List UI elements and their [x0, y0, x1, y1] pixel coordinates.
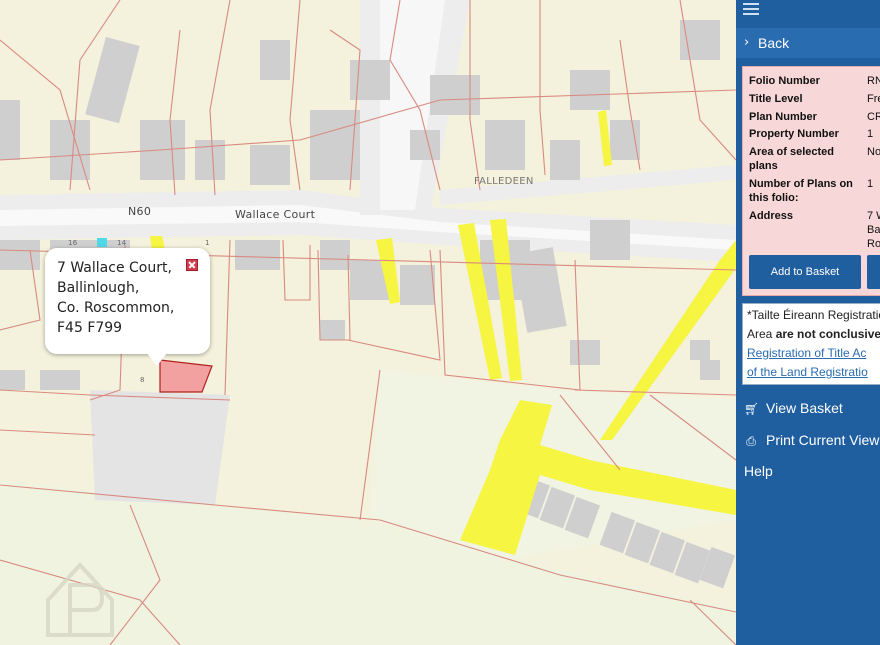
- note-bold-text: are not conclusive.: [775, 327, 880, 341]
- back-button[interactable]: › Back: [736, 28, 880, 58]
- title-level-label: Title Level: [749, 93, 803, 105]
- secondary-action-button[interactable]: [867, 255, 880, 289]
- address-value: Ro: [867, 238, 880, 250]
- folio-number-value: RN: [867, 75, 880, 87]
- sidebar: › Back Folio Number RN Title Level Fre P…: [736, 0, 880, 645]
- address-label: Address: [749, 210, 794, 222]
- help-link[interactable]: Help: [744, 463, 773, 479]
- note-line: Area are not conclusive.: [747, 325, 880, 344]
- house-number: 8: [140, 376, 145, 384]
- note-text: Area: [747, 327, 776, 341]
- back-label: Back: [758, 35, 790, 51]
- popup-address-line: Co. Roscommon,: [57, 300, 175, 316]
- folio-number-label: Folio Number: [749, 75, 820, 87]
- property-number-value: 1: [867, 128, 874, 140]
- hamburger-icon[interactable]: [743, 3, 759, 17]
- road-label-falledeen: FALLEDEEN: [474, 176, 534, 187]
- land-registration-link[interactable]: of the Land Registratio: [747, 365, 868, 379]
- address-popup: 7 Wallace Court, Ballinlough, Co. Roscom…: [45, 248, 210, 366]
- plans-on-folio-value: 1: [867, 178, 874, 190]
- add-to-basket-button[interactable]: Add to Basket: [749, 255, 861, 289]
- print-view-label: Print Current View: [766, 432, 880, 448]
- help-label: Help: [744, 463, 773, 479]
- area-selected-value: No: [867, 146, 880, 158]
- house-number: 1: [205, 239, 210, 247]
- popup-pointer: [147, 353, 167, 366]
- area-selected-label: Area of selected: [749, 146, 834, 158]
- chevron-right-icon: ›: [744, 35, 750, 50]
- cart-icon: 🛒︎: [744, 402, 760, 416]
- view-basket-link[interactable]: 🛒︎ View Basket: [744, 400, 843, 416]
- popup-eircode: F45 F799: [57, 320, 123, 336]
- registration-title-link[interactable]: Registration of Title Ac: [747, 346, 866, 360]
- house-number: 14: [117, 239, 127, 247]
- plans-on-folio-label: this folio:: [749, 192, 799, 204]
- road-label-n60: N60: [128, 205, 152, 218]
- popup-address-line: 7 Wallace Court,: [57, 260, 172, 276]
- plan-number-value: CR: [867, 111, 880, 123]
- popup-address-line: Ballinlough,: [57, 280, 140, 296]
- area-selected-label: plans: [749, 160, 778, 172]
- plans-on-folio-label: Number of Plans on: [749, 178, 853, 190]
- view-basket-label: View Basket: [766, 400, 843, 416]
- address-value: Ba: [867, 224, 880, 236]
- house-number: 16: [68, 239, 78, 247]
- map-canvas[interactable]: N60 Wallace Court FALLEDEEN 16 14 1 8 7 …: [0, 0, 736, 645]
- folio-info-panel: Folio Number RN Title Level Fre Plan Num…: [742, 66, 880, 296]
- close-icon[interactable]: [186, 259, 198, 271]
- disclaimer-note: *Tailte Éireann Registratio Area are not…: [742, 303, 880, 385]
- title-level-value: Fre: [867, 93, 880, 105]
- plan-number-label: Plan Number: [749, 111, 817, 123]
- road-label-wallace-court: Wallace Court: [235, 208, 316, 221]
- note-line: *Tailte Éireann Registratio: [747, 308, 880, 322]
- print-current-view-link[interactable]: ⎙ Print Current View: [744, 432, 879, 449]
- address-value: 7 W: [867, 210, 880, 222]
- print-icon: ⎙: [746, 434, 756, 448]
- property-number-label: Property Number: [749, 128, 839, 140]
